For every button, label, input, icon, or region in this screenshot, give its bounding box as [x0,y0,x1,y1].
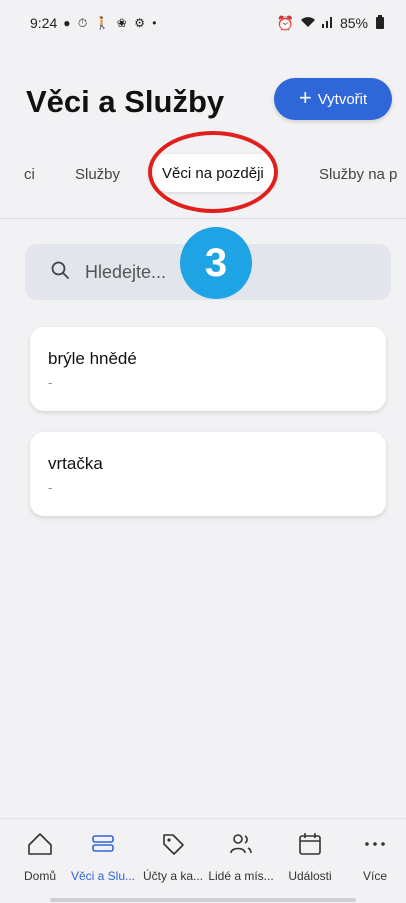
annotation-step-badge: 3 [180,227,252,299]
create-button[interactable]: + Vytvořit [274,78,392,120]
create-button-label: Vytvořit [317,90,368,108]
nav-item-domu[interactable]: Domů [5,831,75,883]
bottom-navigation: Domů Věci a Slu... Účty a ka... Lidé a m… [0,818,406,903]
tag-icon [159,831,187,857]
status-time: 9:24 [30,15,58,31]
header: Věci a Služby + Vytvořit [0,72,406,132]
home-icon [26,831,54,857]
box-icon [89,831,117,857]
nav-label: Více [362,869,387,883]
list-item[interactable]: brýle hnědé - [30,327,386,411]
more-icon [361,831,389,857]
annotation-highlight-ring [148,131,278,213]
people-icon [227,831,255,857]
signal-icon [321,15,334,31]
nav-label: Lidé a mís... [208,869,274,883]
tab-veci[interactable]: ci [24,166,35,183]
tab-sluzby-na-pozdeji[interactable]: Služby na p [319,166,397,183]
tabs-divider [0,218,406,219]
item-title: vrtačka [48,454,103,473]
nav-item-udalosti[interactable]: Události [275,831,345,883]
nav-item-lide-a-mista[interactable]: Lidé a mís... [206,831,276,883]
item-subtitle: - [48,480,53,495]
item-title: brýle hnědé [48,349,137,368]
calendar-icon [296,831,324,857]
nav-item-ucty-a-karty[interactable]: Účty a ka... [138,831,208,883]
alarm-icon: ⏰ [276,14,294,31]
battery-icon [376,15,384,29]
gesture-bar [50,898,356,902]
page-title: Věci a Služby [26,84,225,119]
search-icon [51,261,69,284]
list-item[interactable]: vrtačka - [30,432,386,516]
tab-sluzby[interactable]: Služby [75,166,120,183]
nav-label: Účty a ka... [142,869,204,883]
nav-label: Věci a Slu... [70,869,136,883]
nav-label: Domů [23,869,56,883]
battery-level: 85% [339,15,368,31]
item-subtitle: - [48,375,53,390]
nav-item-vice[interactable]: Více [340,831,406,883]
plus-icon: + [298,85,312,110]
wifi-icon [300,15,316,31]
nav-label: Události [288,869,332,883]
nav-item-veci-a-sluzby[interactable]: Věci a Slu... [68,831,138,883]
status-bar: 9:24 ● ⏱ 🚶 ❀ ⚙ • ⏰ 85% [0,0,406,46]
notification-icons: ● ⏱ 🚶 ❀ ⚙ • [63,15,159,30]
